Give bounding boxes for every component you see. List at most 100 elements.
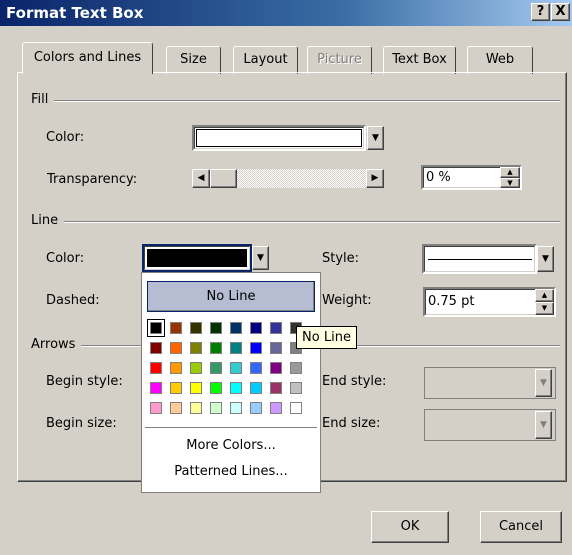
fill-color-label: Color:: [46, 130, 84, 145]
color-swatch[interactable]: [190, 342, 202, 354]
transparency-label: Transparency:: [47, 172, 137, 187]
chevron-down-icon: ▼: [540, 378, 547, 388]
color-swatch[interactable]: [190, 382, 202, 394]
color-swatch[interactable]: [190, 362, 202, 374]
color-swatch[interactable]: [170, 322, 182, 334]
color-swatch[interactable]: [250, 402, 262, 414]
color-swatch[interactable]: [210, 402, 222, 414]
tab-text-box[interactable]: Text Box: [383, 46, 456, 74]
transparency-value: 0 %: [426, 170, 451, 185]
begin-style-label: Begin style:: [46, 374, 123, 389]
color-swatch[interactable]: [150, 362, 162, 374]
fill-group-label: Fill: [31, 92, 55, 107]
color-swatch[interactable]: [230, 402, 242, 414]
end-size-label-text: End size:: [322, 416, 381, 431]
weight-spin-up[interactable]: ▲: [535, 289, 554, 302]
tab-label: Colors and Lines: [33, 50, 142, 65]
style-label: Style:: [322, 251, 359, 266]
transparency-slider-thumb[interactable]: [210, 169, 237, 188]
color-swatch[interactable]: [290, 362, 302, 374]
no-line-button[interactable]: No Line: [147, 281, 315, 312]
color-swatch[interactable]: [150, 322, 162, 334]
patterned-lines-item[interactable]: Patterned Lines...: [142, 464, 320, 479]
tab-colors-and-lines[interactable]: Colors and Lines: [22, 42, 153, 74]
weight-value: 0.75 pt: [428, 294, 475, 309]
end-style-label-text: End style:: [322, 374, 387, 389]
transparency-spin-down[interactable]: ▼: [500, 178, 520, 188]
color-swatch[interactable]: [150, 342, 162, 354]
begin-size-label: Begin size:: [46, 416, 117, 431]
tab-label: Picture: [317, 52, 362, 67]
no-line-tooltip: No Line: [296, 326, 357, 349]
arrow-up-icon: ▲: [541, 291, 548, 299]
arrow-down-icon: ▼: [541, 304, 548, 312]
color-swatch[interactable]: [290, 402, 302, 414]
close-button[interactable]: X: [551, 3, 570, 21]
color-swatch[interactable]: [150, 382, 162, 394]
transparency-label-text: Transparency:: [47, 172, 138, 187]
popup-divider: [145, 427, 317, 428]
color-swatch[interactable]: [170, 382, 182, 394]
more-colors-item[interactable]: More Colors...: [142, 438, 320, 453]
more-colors-label: More Colors...: [186, 438, 276, 453]
line-color-swatch: [147, 249, 247, 267]
chevron-down-icon: ▼: [257, 253, 264, 263]
color-swatch[interactable]: [250, 362, 262, 374]
color-swatch[interactable]: [230, 322, 242, 334]
line-color-dropdown-button[interactable]: ▼: [252, 246, 269, 270]
color-swatch[interactable]: [210, 322, 222, 334]
tab-layout[interactable]: Layout: [233, 46, 298, 74]
color-swatch[interactable]: [270, 342, 282, 354]
arrow-left-icon: ◀: [197, 173, 205, 183]
dashed-label-text: Dashed:: [46, 293, 100, 308]
color-swatch[interactable]: [250, 342, 262, 354]
help-button[interactable]: ?: [531, 3, 550, 21]
color-swatch[interactable]: [230, 342, 242, 354]
color-swatch[interactable]: [190, 402, 202, 414]
begin-style-label-text: Begin style:: [46, 374, 123, 389]
color-swatch[interactable]: [170, 362, 182, 374]
color-swatch[interactable]: [270, 402, 282, 414]
tab-label: Layout: [243, 52, 288, 67]
color-swatch[interactable]: [270, 362, 282, 374]
arrow-down-icon: ▼: [507, 179, 513, 187]
color-swatch[interactable]: [170, 402, 182, 414]
arrow-up-icon: ▲: [507, 168, 513, 176]
fill-color-dropdown[interactable]: [192, 125, 366, 151]
color-swatch[interactable]: [150, 402, 162, 414]
window-title: Format Text Box: [6, 4, 144, 22]
weight-spin-down[interactable]: ▼: [535, 302, 554, 315]
tab-size[interactable]: Size: [166, 46, 221, 74]
begin-size-label-text: Begin size:: [46, 416, 117, 431]
style-label-text: Style:: [322, 251, 360, 266]
tab-web[interactable]: Web: [467, 46, 533, 74]
cancel-button[interactable]: Cancel: [480, 511, 562, 543]
color-swatch[interactable]: [230, 382, 242, 394]
color-swatch[interactable]: [190, 322, 202, 334]
color-swatch[interactable]: [250, 382, 262, 394]
color-swatch[interactable]: [270, 322, 282, 334]
color-swatch[interactable]: [270, 382, 282, 394]
line-color-label-text: Color:: [46, 251, 85, 266]
color-swatch[interactable]: [210, 382, 222, 394]
color-swatch[interactable]: [250, 322, 262, 334]
no-line-label: No Line: [206, 289, 256, 304]
color-swatch[interactable]: [230, 362, 242, 374]
color-swatch[interactable]: [210, 362, 222, 374]
transparency-scroll-right[interactable]: ▶: [366, 169, 384, 188]
transparency-scroll-left[interactable]: ◀: [192, 169, 210, 188]
tab-label: Size: [180, 52, 207, 67]
chevron-down-icon: ▼: [540, 420, 547, 430]
fill-color-dropdown-button[interactable]: ▼: [367, 126, 384, 150]
fill-color-swatch: [196, 129, 362, 147]
patterned-lines-label: Patterned Lines...: [174, 464, 288, 479]
color-swatch[interactable]: [210, 342, 222, 354]
ok-button[interactable]: OK: [371, 511, 449, 543]
line-color-label: Color:: [46, 251, 84, 266]
transparency-spin-up[interactable]: ▲: [500, 167, 520, 178]
color-swatch[interactable]: [170, 342, 182, 354]
style-dropdown-button[interactable]: ▼: [537, 246, 554, 272]
style-dropdown[interactable]: [422, 244, 537, 274]
color-swatch[interactable]: [290, 382, 302, 394]
line-color-dropdown[interactable]: [142, 244, 252, 272]
